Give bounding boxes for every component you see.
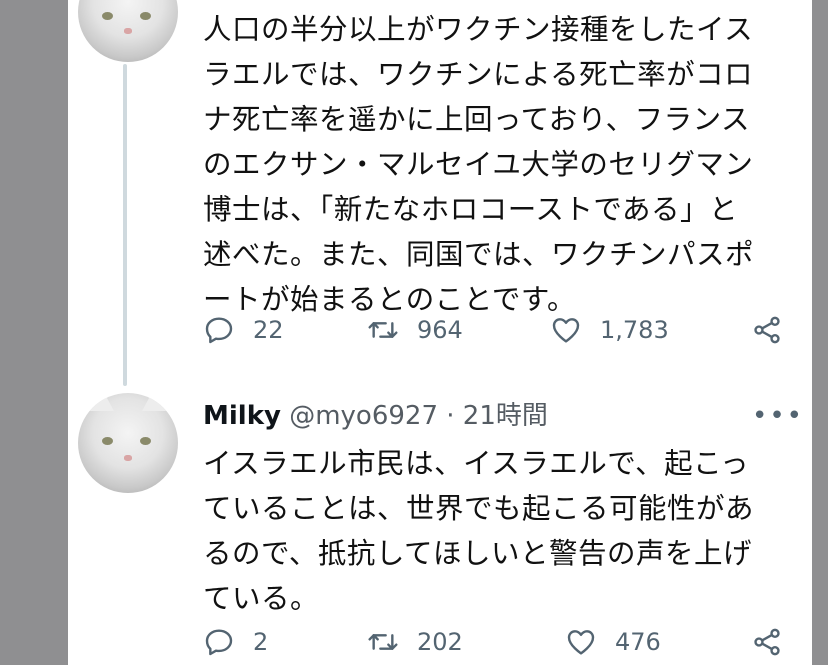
reply-count: 22 — [253, 316, 284, 344]
reply-button[interactable]: 22 — [203, 310, 284, 350]
tweet-timestamp[interactable]: 21時間 — [463, 401, 548, 431]
header-separator: · — [446, 401, 455, 431]
tweet-text-line: 人口の半分以上がワクチン接種をしたイス — [203, 13, 754, 46]
tweet-text-line: るので、抵抗してほしいと警告の声を上げ — [203, 537, 753, 570]
like-count: 476 — [615, 628, 661, 656]
tweet-text: 人口の半分以上がワクチン接種をしたイス ラエルでは、ワクチンによる死亡率がコロ … — [203, 7, 793, 322]
tweet-text-line: のエクサン・マルセイユ大学のセリグマン — [203, 148, 754, 181]
tweet-text-line: 博士は、「新たなホロコーストである」と — [203, 193, 739, 226]
avatar-eye — [102, 12, 113, 20]
avatar-nose — [124, 455, 132, 461]
author-handle[interactable]: @myo6927 — [289, 401, 438, 431]
avatar-ear — [142, 393, 166, 411]
more-options-button[interactable]: ••• — [752, 403, 804, 429]
retweet-count: 202 — [417, 628, 463, 656]
reply-icon — [205, 317, 233, 344]
tweet-actions: 22 964 1,783 — [203, 310, 793, 350]
tweet-text: イスラエル市民は、イスラエルで、起こっ ていることは、世界でも起こる可能性があ … — [203, 441, 793, 621]
like-count: 1,783 — [600, 316, 669, 344]
tweet-text-line: ナ死亡率を遥かに上回っており、フランス — [203, 103, 751, 136]
tweet-text-line: ラエルでは、ワクチンによる死亡率がコロ — [203, 58, 754, 91]
tweet-text-line: ていることは、世界でも起こる可能性があ — [203, 492, 755, 525]
retweet-button[interactable]: 202 — [367, 622, 463, 662]
avatar-ear — [90, 393, 114, 411]
heart-icon — [567, 630, 595, 655]
retweet-count: 964 — [417, 316, 463, 344]
author-name[interactable]: Milky — [203, 401, 281, 431]
like-button[interactable]: 476 — [565, 622, 661, 662]
tweet-actions: 2 202 476 — [203, 622, 793, 662]
tweet-text-line: イスラエル市民は、イスラエルで、起こっ — [203, 447, 750, 480]
share-icon — [754, 316, 780, 344]
share-icon — [754, 628, 780, 656]
reply-button[interactable]: 2 — [203, 622, 268, 662]
avatar-eye — [140, 437, 151, 445]
tweet-text-line: 述べた。また、同国では、ワクチンパスポ — [203, 238, 755, 271]
retweet-button[interactable]: 964 — [367, 310, 463, 350]
avatar-eye — [102, 437, 113, 445]
retweet-icon — [368, 322, 398, 338]
avatar-eye — [140, 12, 151, 20]
reply-count: 2 — [253, 628, 269, 656]
tweet-header: Milky @myo6927 · 21時間 — [203, 396, 793, 436]
share-button[interactable] — [751, 310, 783, 350]
tweet-text-line: ている。 — [203, 582, 320, 615]
reply-icon — [205, 629, 233, 656]
thread-connector-line — [123, 64, 127, 386]
share-button[interactable] — [751, 622, 783, 662]
heart-icon — [552, 318, 580, 343]
avatar[interactable] — [78, 393, 178, 493]
retweet-icon — [368, 634, 398, 650]
avatar-nose — [124, 28, 132, 34]
like-button[interactable]: 1,783 — [550, 310, 669, 350]
